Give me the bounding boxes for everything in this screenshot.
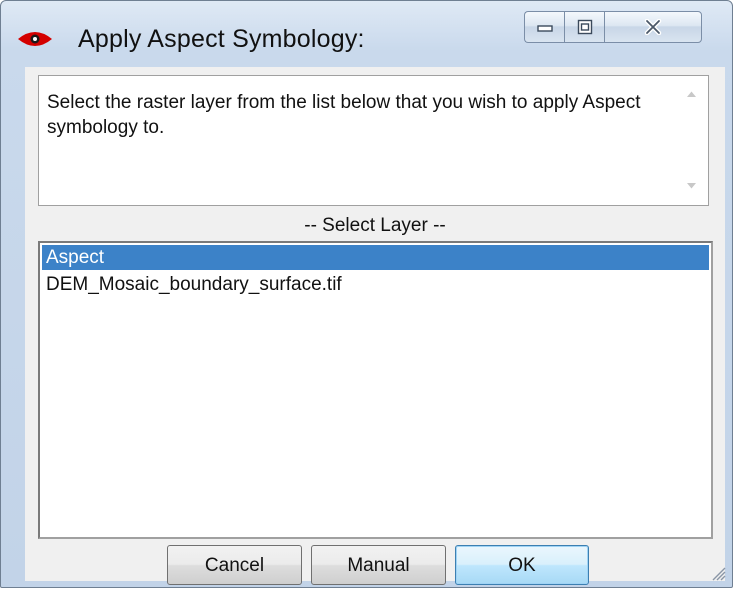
- resize-grip-icon[interactable]: [708, 563, 726, 581]
- red-eye-icon: [18, 32, 52, 46]
- dialog-body: Select the raster layer from the list be…: [25, 67, 725, 585]
- maximize-icon: [577, 19, 592, 35]
- minimize-button[interactable]: [524, 11, 564, 43]
- window-title: Apply Aspect Symbology:: [78, 25, 365, 53]
- instruction-text: Select the raster layer from the list be…: [47, 92, 641, 138]
- caption-buttons: [524, 11, 702, 45]
- cancel-button[interactable]: Cancel: [167, 545, 302, 585]
- maximize-button[interactable]: [564, 11, 604, 43]
- ok-button[interactable]: OK: [455, 545, 589, 585]
- minimize-icon: [536, 25, 553, 32]
- select-layer-caption: -- Select Layer --: [304, 215, 446, 236]
- title-bar[interactable]: Apply Aspect Symbology:: [1, 1, 732, 67]
- scroll-up-icon[interactable]: [686, 90, 697, 98]
- message-textbox[interactable]: Select the raster layer from the list be…: [38, 75, 709, 206]
- close-button[interactable]: [604, 11, 702, 43]
- scroll-down-icon[interactable]: [686, 182, 697, 190]
- list-item-aspect[interactable]: Aspect: [42, 245, 709, 270]
- close-icon: [644, 19, 662, 35]
- list-item-dem-mosaic[interactable]: DEM_Mosaic_boundary_surface.tif: [42, 272, 709, 297]
- message-scrollbar[interactable]: [674, 76, 708, 205]
- layer-listbox[interactable]: Aspect DEM_Mosaic_boundary_surface.tif: [38, 241, 713, 539]
- manual-button[interactable]: Manual: [311, 545, 446, 585]
- dialog-window: Apply Aspect Symbology: Select the raste…: [0, 0, 733, 588]
